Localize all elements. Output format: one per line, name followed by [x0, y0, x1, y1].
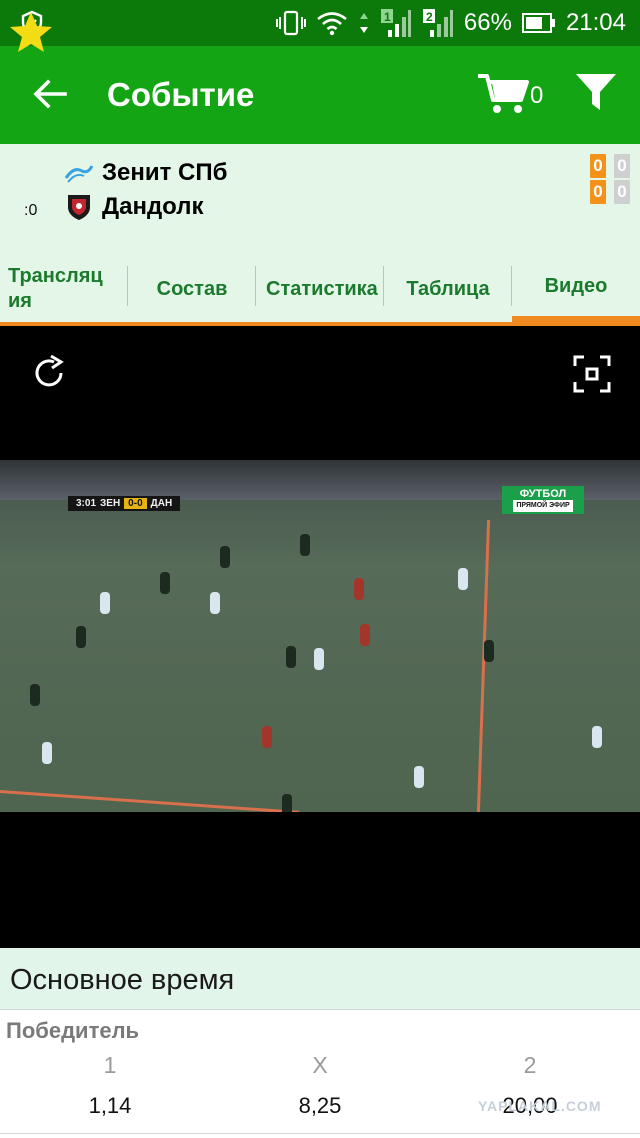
channel-name: ФУТБОЛ: [519, 488, 567, 500]
player: [300, 534, 310, 556]
outcome-draw[interactable]: X 8,25: [220, 1052, 420, 1130]
refresh-button[interactable]: [30, 354, 68, 396]
cart-count: 0: [530, 82, 544, 109]
tv-scoreboard: 3:01 ЗЕН 0-0 ДАН: [68, 496, 181, 511]
player: [220, 546, 230, 568]
score-secondary: 0 0: [614, 154, 630, 204]
pitch-line: [0, 790, 300, 812]
outcome-label: X: [312, 1052, 328, 1078]
tab-label: Состав: [156, 277, 228, 300]
player: [42, 742, 52, 764]
tab-video[interactable]: Видео: [512, 256, 640, 326]
outcome-odds: 8,25: [298, 1093, 342, 1118]
shopping-cart-icon: [476, 74, 530, 120]
tab-label: Статистика: [266, 277, 378, 300]
wifi-icon: [316, 10, 348, 36]
player: [314, 648, 324, 670]
player: [100, 592, 110, 614]
player: [414, 766, 424, 788]
back-button[interactable]: [28, 74, 72, 118]
tab-label: Трансляция: [8, 265, 103, 312]
player: [484, 640, 494, 662]
team-away: Дандолк: [64, 192, 204, 222]
tab-table[interactable]: Таблица: [384, 256, 512, 326]
market-title: Победитель: [6, 1018, 140, 1043]
tv-team-away: ДАН: [150, 498, 173, 509]
outcome-away[interactable]: 2 20,00: [430, 1052, 630, 1130]
cart-button[interactable]: [476, 70, 532, 120]
team-home: Зенит СПб: [64, 158, 227, 188]
outcome-odds: 1,14: [88, 1093, 132, 1118]
score-current: 0 0: [590, 154, 606, 204]
data-transfer-icon: [358, 11, 370, 35]
player: [282, 794, 292, 812]
svg-text:2: 2: [426, 10, 433, 24]
player: [592, 726, 602, 748]
tab-broadcast[interactable]: Трансляция: [0, 256, 128, 326]
app-bar: Событие 0: [0, 46, 640, 144]
signal-sim2-icon: 2: [422, 8, 454, 38]
star-icon: [8, 12, 54, 60]
battery-percent: 66%: [463, 9, 512, 36]
signal-sim1-icon: 1: [380, 8, 412, 38]
tab-label: Таблица: [406, 277, 490, 300]
tv-team-home: ЗЕН: [100, 498, 121, 509]
zenit-logo-icon: [64, 158, 94, 188]
score-home-secondary: 0: [614, 154, 630, 178]
divider: [0, 1133, 640, 1134]
tv-score: 0-0: [124, 498, 147, 509]
pitch-line: [476, 520, 491, 812]
status-bar: 1 2 66% 21:04: [0, 0, 640, 46]
player: [76, 626, 86, 648]
tab-label: Видео: [544, 274, 608, 297]
fullscreen-icon: [572, 355, 612, 398]
svg-text:1: 1: [384, 10, 391, 24]
section-header[interactable]: Основное время: [0, 948, 640, 1010]
outcome-home[interactable]: 1 1,14: [10, 1052, 210, 1130]
refresh-icon: [30, 354, 68, 396]
outcome-label: 1: [103, 1052, 117, 1078]
team-away-name: Дандолк: [102, 193, 204, 220]
favorite-count: :0: [24, 202, 38, 219]
vibrate-icon: [275, 10, 306, 36]
score-away: 0: [590, 180, 606, 204]
tab-bar: Трансляция Состав Статистика Таблица Вид…: [0, 256, 640, 326]
player: [160, 572, 170, 594]
filter-button[interactable]: [574, 70, 622, 120]
player: [262, 726, 272, 748]
section-title: Основное время: [10, 964, 235, 996]
fullscreen-button[interactable]: [572, 354, 612, 394]
favorite-button[interactable]: [8, 10, 54, 56]
arrow-left-icon: [33, 78, 67, 114]
player: [360, 624, 370, 646]
clock: 21:04: [565, 9, 626, 36]
player: [210, 592, 220, 614]
score-home: 0: [590, 154, 606, 178]
page-title: Событие: [107, 76, 255, 113]
score-away-secondary: 0: [614, 180, 630, 204]
player: [30, 684, 40, 706]
dundalk-logo-icon: [64, 192, 94, 222]
tv-clock: 3:01: [76, 498, 97, 509]
player: [354, 578, 364, 600]
tab-lineup[interactable]: Состав: [128, 256, 256, 326]
tab-statistics[interactable]: Статистика: [256, 256, 384, 326]
video-player[interactable]: 3:01 ЗЕН 0-0 ДАН ФУТБОЛ ПРЯМОЙ ЭФИР: [0, 326, 640, 948]
watermark: YAPLAKAL.COM: [478, 1098, 602, 1114]
video-frame[interactable]: 3:01 ЗЕН 0-0 ДАН ФУТБОЛ ПРЯМОЙ ЭФИР: [0, 460, 640, 812]
market-winner: Победитель 1 1,14 X 8,25 2 20,00: [0, 1010, 640, 1138]
battery-icon: [521, 12, 556, 34]
channel-live-label: ПРЯМОЙ ЭФИР: [513, 500, 573, 512]
outcome-label: 2: [523, 1052, 537, 1078]
team-home-name: Зенит СПб: [102, 159, 228, 186]
player: [458, 568, 468, 590]
filter-funnel-icon: [574, 74, 618, 118]
channel-logo: ФУТБОЛ ПРЯМОЙ ЭФИР: [502, 486, 584, 514]
player: [286, 646, 296, 668]
